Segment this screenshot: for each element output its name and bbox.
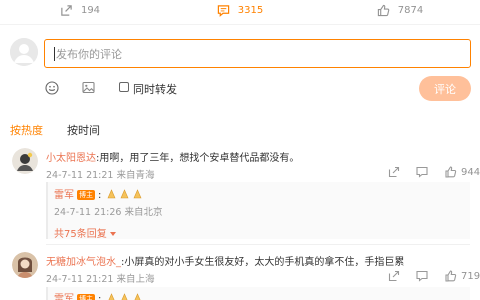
comment-divider bbox=[46, 244, 470, 245]
image-icon[interactable] bbox=[82, 81, 95, 94]
comment-action[interactable]: 3315 bbox=[160, 0, 320, 18]
repost-checkbox[interactable] bbox=[119, 82, 129, 92]
reply-separator: : bbox=[98, 294, 102, 300]
comment-text: 用啊，用了三年，想找个安卓替代品都没有。 bbox=[99, 153, 300, 164]
avatar-image-icon bbox=[12, 148, 38, 174]
comment-like-count: 944 bbox=[461, 166, 480, 178]
comment-reply-icon[interactable] bbox=[416, 166, 428, 178]
comment-input[interactable]: 发布你的评论 bbox=[44, 39, 471, 68]
repost-count: 194 bbox=[80, 4, 101, 16]
post-action-bar: 194 3315 7874 bbox=[0, 0, 480, 18]
comment-like-count: 719 bbox=[461, 270, 480, 282]
comment-like-icon[interactable] bbox=[445, 270, 457, 282]
comment-meta: 24-7-11 21:21 来自上海 bbox=[46, 274, 155, 285]
more-replies-label: 共75条回复 bbox=[54, 229, 107, 240]
reply-separator: : bbox=[98, 190, 102, 201]
default-avatar-icon bbox=[10, 38, 38, 66]
reply-author-name[interactable]: 雷军 bbox=[54, 294, 74, 300]
comment-repost-icon[interactable] bbox=[388, 270, 400, 282]
thumb-up-icon bbox=[377, 4, 390, 16]
commenter-name[interactable]: 无糖加冰气泡水_ bbox=[46, 257, 121, 268]
comment-icon bbox=[217, 4, 229, 17]
reply-line: 雷军 博主: bbox=[54, 290, 146, 300]
commenter-avatar[interactable] bbox=[12, 252, 38, 278]
author-badge: 博主 bbox=[77, 190, 95, 200]
prayer-hands-emoji-icon bbox=[108, 293, 141, 300]
comment-actions: 719 bbox=[388, 270, 480, 282]
reply-author-name[interactable]: 雷军 bbox=[54, 190, 74, 201]
avatar-image-icon bbox=[12, 252, 38, 278]
comment-reply-icon[interactable] bbox=[416, 270, 428, 282]
commenter-name[interactable]: 小太阳恩达 bbox=[46, 153, 96, 164]
commenter-avatar[interactable] bbox=[12, 148, 38, 174]
repost-icon bbox=[61, 4, 72, 16]
comment-repost-icon[interactable] bbox=[388, 166, 400, 178]
divider bbox=[0, 24, 480, 25]
comment-text: 小屏真的对小手女生很友好，太大的手机真的拿不住，手指巨累 bbox=[124, 257, 405, 268]
reply-box: 雷军 博主: bbox=[46, 287, 470, 300]
comment-like-icon[interactable] bbox=[445, 166, 457, 178]
reply-meta: 24-7-11 21:26 来自北京 bbox=[54, 207, 163, 218]
my-avatar[interactable] bbox=[10, 38, 38, 66]
reply-box: 雷军 博主: 24-7-11 21:26 来自北京 共75条回复 bbox=[46, 182, 470, 240]
emoji-icon[interactable] bbox=[45, 81, 59, 95]
like-count: 7874 bbox=[397, 4, 424, 16]
comment-count: 3315 bbox=[237, 4, 264, 16]
submit-comment-button[interactable]: 评论 bbox=[419, 76, 471, 101]
more-replies-link[interactable]: 共75条回复 bbox=[54, 225, 116, 240]
tab-sort-by-hot[interactable]: 按热度 bbox=[10, 122, 43, 138]
author-badge: 博主 bbox=[77, 294, 95, 300]
comment-text-line: 小太阳恩达:用啊，用了三年，想找个安卓替代品都没有。 bbox=[46, 149, 299, 164]
comment-text-line: 无糖加冰气泡水_:小屏真的对小手女生很友好，太大的手机真的拿不住，手指巨累 bbox=[46, 253, 404, 268]
repost-action[interactable]: 194 bbox=[0, 0, 160, 18]
caret-down-icon bbox=[109, 232, 116, 236]
repost-label: 同时转发 bbox=[133, 83, 177, 96]
tab-sort-by-time[interactable]: 按时间 bbox=[67, 122, 100, 138]
prayer-hands-emoji-icon bbox=[107, 189, 142, 199]
comment-actions: 944 bbox=[388, 166, 480, 178]
comment-placeholder: 发布你的评论 bbox=[56, 47, 122, 61]
reply-line: 雷军 博主: bbox=[54, 186, 146, 201]
comment-meta: 24-7-11 21:21 来自青海 bbox=[46, 170, 155, 181]
text-cursor bbox=[54, 46, 55, 61]
like-action[interactable]: 7874 bbox=[320, 0, 480, 18]
